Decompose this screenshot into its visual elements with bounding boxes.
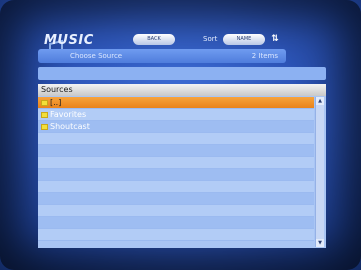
list-item-label: [..]	[50, 98, 62, 107]
item-count: 2 Items	[251, 52, 278, 60]
list-item[interactable]	[38, 217, 314, 229]
folder-icon	[41, 100, 48, 106]
scroll-down-icon[interactable]: ▼	[316, 239, 324, 247]
folder-icon	[41, 112, 48, 118]
list-item[interactable]	[38, 193, 314, 205]
list-item[interactable]: [..]	[38, 97, 314, 109]
list-item[interactable]: Shoutcast	[38, 121, 314, 133]
list-item[interactable]: Favorites	[38, 109, 314, 121]
list-item[interactable]	[38, 181, 314, 193]
list-item-label: Shoutcast	[50, 122, 90, 131]
choose-source-label: Choose Source	[70, 52, 123, 60]
filter-bar[interactable]	[38, 67, 326, 80]
scrollbar[interactable]: ▲ ▼	[315, 97, 324, 247]
list-item[interactable]	[38, 145, 314, 157]
sort-toggle-icon[interactable]: ⇅	[268, 33, 282, 46]
list-header: Sources	[38, 84, 326, 96]
app-title: MUSIC	[44, 33, 94, 48]
subheader-bar: Choose Source 2 Items	[38, 49, 286, 63]
back-button[interactable]: BACK	[133, 34, 175, 45]
list-item[interactable]	[38, 169, 314, 181]
list-item-label: Favorites	[50, 110, 87, 119]
sources-list: Sources [..] Favorites Shoutcast ▲ ▼	[38, 84, 326, 248]
sort-label: Sort	[203, 35, 218, 43]
list-item[interactable]	[38, 157, 314, 169]
scroll-up-icon[interactable]: ▲	[316, 97, 324, 105]
list-item[interactable]	[38, 133, 314, 145]
sort-by-name-button[interactable]: NAME	[223, 34, 265, 45]
list-item[interactable]	[38, 205, 314, 217]
music-screen: MUSIC BACK Sort NAME ⇅ Choose Source 2 I…	[0, 0, 361, 270]
list-rows: [..] Favorites Shoutcast	[38, 97, 314, 241]
folder-icon	[41, 124, 48, 130]
list-item[interactable]	[38, 229, 314, 241]
